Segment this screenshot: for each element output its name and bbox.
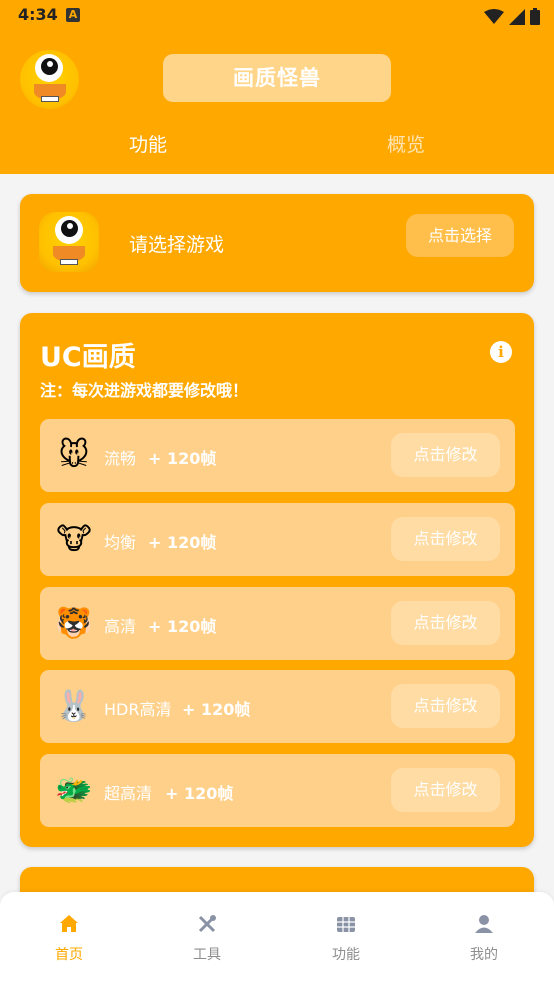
- nav-tools[interactable]: 工具: [167, 912, 247, 964]
- wifi-icon: [483, 8, 504, 24]
- nav-label: 我的: [470, 947, 498, 963]
- status-time: 4:34: [18, 5, 58, 24]
- modify-button[interactable]: 点击修改: [391, 433, 500, 477]
- mouse-icon: 🐭: [58, 438, 90, 473]
- status-bar: 4:34 A: [0, 0, 554, 30]
- modify-button[interactable]: 点击修改: [391, 684, 500, 728]
- fps-value: + 120帧: [148, 449, 217, 468]
- notification-a-icon: A: [66, 8, 80, 22]
- nav-label: 首页: [55, 947, 83, 963]
- cow-icon: 🐮: [56, 522, 92, 557]
- modify-button[interactable]: 点击修改: [391, 768, 500, 812]
- person-icon: [475, 915, 493, 933]
- app-header: 4:34 A 画质怪兽 功能 概览: [0, 0, 554, 174]
- signal-icon: [508, 8, 525, 25]
- page-title: 画质怪兽: [163, 54, 391, 102]
- fps-value: + 120帧: [148, 533, 217, 552]
- bottom-nav: 首页 工具 功能 我的: [0, 892, 554, 984]
- home-icon: [60, 915, 78, 932]
- rabbit-icon: 🐰: [55, 689, 93, 724]
- nav-label: 功能: [332, 947, 360, 963]
- quality-row-hd: 🐯 高清 + 120帧 点击修改: [40, 587, 515, 660]
- tab-functions[interactable]: 功能: [129, 130, 167, 156]
- modify-button[interactable]: 点击修改: [391, 601, 500, 645]
- fps-value: + 120帧: [182, 700, 251, 719]
- uc-title: UC画质: [40, 342, 136, 373]
- tiger-icon: 🐯: [55, 606, 93, 641]
- fps-value: + 120帧: [148, 617, 217, 636]
- avatar[interactable]: [20, 50, 79, 109]
- quality-row-ultra-hd: 🐲 超高清 + 120帧 点击修改: [40, 754, 515, 827]
- select-game-button[interactable]: 点击选择: [406, 214, 514, 257]
- info-icon[interactable]: i: [490, 341, 512, 363]
- tools-icon: [198, 915, 216, 933]
- grid-icon: [337, 917, 355, 932]
- dragon-icon: 🐲: [55, 773, 93, 808]
- nav-profile[interactable]: 我的: [444, 912, 524, 964]
- modify-button[interactable]: 点击修改: [391, 517, 500, 561]
- fps-value: + 120帧: [165, 784, 234, 803]
- nav-functions[interactable]: 功能: [306, 912, 386, 964]
- quality-row-smooth: 🐭 流畅 + 120帧 点击修改: [40, 419, 515, 492]
- quality-name: 流畅: [104, 449, 137, 468]
- tab-overview[interactable]: 概览: [387, 130, 425, 156]
- battery-icon: [530, 8, 540, 25]
- quality-name: HDR高清: [104, 700, 172, 719]
- quality-name: 高清: [104, 617, 137, 636]
- quality-name: 超高清: [104, 784, 153, 803]
- quality-row-hdr: 🐰 HDR高清 + 120帧 点击修改: [40, 670, 515, 743]
- uc-quality-card: UC画质 注：每次进游戏都要修改哦！ i 🐭 流畅 + 120帧 点击修改 🐮 …: [20, 313, 534, 847]
- nav-label: 工具: [193, 947, 221, 963]
- game-select-card: 请选择游戏 点击选择: [20, 194, 534, 292]
- game-icon: [39, 212, 99, 272]
- status-icons: [483, 6, 540, 25]
- quality-name: 均衡: [104, 533, 137, 552]
- nav-home[interactable]: 首页: [29, 912, 109, 964]
- quality-row-balanced: 🐮 均衡 + 120帧 点击修改: [40, 503, 515, 576]
- uc-note: 注：每次进游戏都要修改哦！: [40, 381, 249, 400]
- select-game-label: 请选择游戏: [129, 234, 225, 256]
